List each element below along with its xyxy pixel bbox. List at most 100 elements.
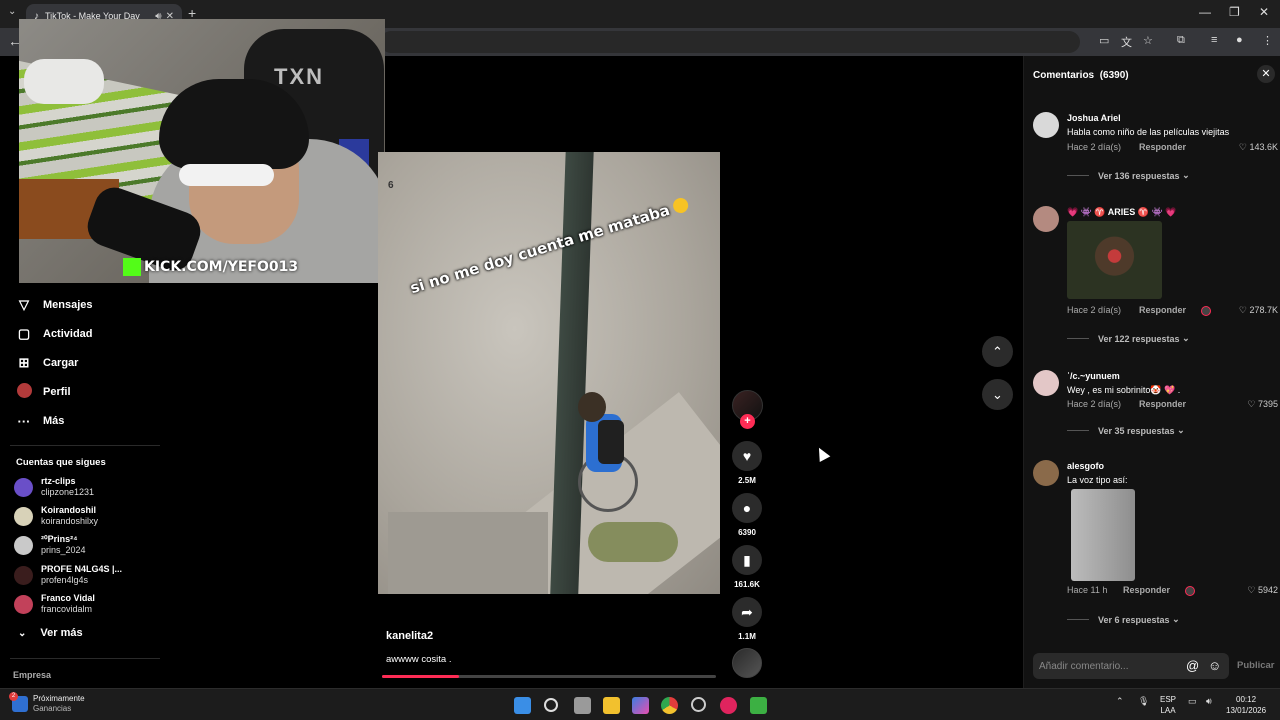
microphone-icon[interactable]: 🎙︎: [1138, 696, 1149, 707]
video-author[interactable]: kanelita2: [386, 630, 433, 642]
chrome-icon[interactable]: [661, 697, 678, 714]
avatar[interactable]: [1033, 460, 1059, 486]
cast-icon[interactable]: ▭: [1099, 34, 1109, 47]
reply-button[interactable]: Responder: [1139, 142, 1186, 152]
profile-avatar: [16, 383, 32, 401]
comment-user[interactable]: alesgofo: [1067, 461, 1104, 471]
music-disc-icon[interactable]: [732, 648, 762, 678]
see-more-button[interactable]: ⌄ Ver más: [18, 627, 83, 639]
view-replies-button[interactable]: Ver 136 respuestas ⌄: [1067, 170, 1190, 181]
sidebar-item-cargar[interactable]: ⊞ Cargar: [16, 354, 79, 372]
language-indicator[interactable]: ESP LAA: [1160, 694, 1176, 716]
sidebar-item-label: Mensajes: [43, 299, 93, 311]
kick-overlay: KICK.COM/YEFO013: [123, 256, 298, 278]
chevron-down-icon: ⌄: [1172, 614, 1180, 624]
restore-icon[interactable]: ❐: [1229, 5, 1240, 19]
save-button[interactable]: ▮: [732, 545, 762, 575]
address-bar[interactable]: [380, 31, 1080, 53]
window-close-icon[interactable]: ✕: [1259, 5, 1269, 19]
widgets-button[interactable]: 2 Próximamente Ganancias: [9, 692, 85, 714]
screen: ⌄ ♪ TikTok - Make Your Day 🔊︎ ✕ + — ❐ ✕ …: [0, 0, 1280, 720]
comment-time: Hace 2 día(s): [1067, 305, 1122, 315]
task-view-icon[interactable]: [574, 697, 591, 714]
sunglasses: [179, 164, 274, 186]
settings-gear-icon[interactable]: [691, 697, 706, 712]
bookmark-star-icon[interactable]: ☆: [1143, 34, 1153, 47]
comment-user[interactable]: 💗 👾 ♈ ARIES ♈ 👾 💗: [1067, 207, 1176, 218]
account-handle: profen4lg4s: [41, 575, 89, 585]
comment-like-button[interactable]: ♡ 5942: [1247, 585, 1278, 596]
clock-date: 13/01/2026: [1226, 706, 1267, 715]
like-button[interactable]: ♥: [732, 441, 762, 471]
followed-account[interactable]: Koirandoshil koirandoshilxy: [14, 503, 98, 529]
sidebar-item-label: Perfil: [43, 386, 71, 398]
save-count: 161.6K: [734, 580, 760, 589]
video-player[interactable]: 6 si no me doy cuenta me mataba: [378, 152, 720, 594]
volume-icon[interactable]: 🔊︎: [1206, 696, 1212, 707]
network-icon[interactable]: ▭: [1188, 696, 1197, 707]
copilot-icon[interactable]: [632, 697, 649, 714]
chevron-down-icon: ⌄: [1182, 170, 1190, 180]
comments-heading: Comentarios (6390): [1033, 70, 1129, 81]
reply-button[interactable]: Responder: [1139, 305, 1186, 315]
sidebar-item-mas[interactable]: ··· Más: [16, 412, 65, 430]
post-comment-button[interactable]: Publicar: [1237, 660, 1275, 671]
divider: [10, 658, 160, 659]
reading-list-icon[interactable]: ≡: [1211, 34, 1217, 46]
video-progress-bar[interactable]: [382, 675, 716, 678]
search-icon[interactable]: [544, 698, 558, 712]
comment-image[interactable]: [1067, 221, 1162, 299]
comment-text: Habla como niño de las películas viejita…: [1067, 127, 1230, 137]
avatar[interactable]: [1033, 206, 1059, 232]
share-count: 1.1M: [738, 632, 756, 641]
mention-icon[interactable]: @: [1186, 658, 1199, 673]
view-replies-button[interactable]: Ver 6 respuestas ⌄: [1067, 614, 1180, 625]
file-explorer-icon[interactable]: [603, 697, 620, 714]
tab-search-icon[interactable]: ⌄: [8, 6, 16, 17]
profile-icon[interactable]: ●: [1236, 34, 1243, 46]
reply-button[interactable]: Responder: [1139, 399, 1186, 409]
next-video-button[interactable]: ⌄: [982, 379, 1013, 410]
avatar[interactable]: [1033, 370, 1059, 396]
comment-user[interactable]: ʾ/c.~yunuem: [1067, 371, 1120, 381]
minimize-icon[interactable]: —: [1199, 5, 1211, 19]
emoji-icon[interactable]: ☺: [1208, 658, 1221, 673]
menu-kebab-icon[interactable]: ⋮: [1262, 34, 1273, 47]
tray-chevron-up-icon[interactable]: ⌃: [1116, 696, 1124, 707]
sidebar-item-mensajes[interactable]: ▽ Mensajes: [16, 296, 93, 314]
system-clock[interactable]: 00:12 13/01/2026: [1226, 694, 1266, 716]
view-replies-button[interactable]: Ver 122 respuestas ⌄: [1067, 333, 1190, 344]
followed-account[interactable]: Franco Vidal francovidalm: [14, 591, 95, 617]
reply-button[interactable]: Responder: [1123, 585, 1170, 595]
comment-count: 6390: [738, 528, 756, 537]
follow-plus-icon[interactable]: +: [740, 414, 755, 429]
comment-like-button[interactable]: ♡ 143.6K: [1239, 142, 1278, 153]
sidebar-item-actividad[interactable]: ▢ Actividad: [16, 325, 93, 343]
comment-time: Hace 2 día(s): [1067, 399, 1122, 409]
comment-input[interactable]: [1033, 653, 1173, 679]
like-count: 2.5M: [738, 476, 756, 485]
comment-button[interactable]: ●: [732, 493, 762, 523]
chevron-down-icon: ⌄: [992, 387, 1003, 402]
sidebar-item-perfil[interactable]: Perfil: [16, 383, 71, 401]
comment-like-button[interactable]: ♡ 278.7K: [1239, 305, 1278, 316]
share-button[interactable]: ➦: [732, 597, 762, 627]
view-replies-button[interactable]: Ver 35 respuestas ⌄: [1067, 425, 1185, 436]
comment-like-button[interactable]: ♡ 7395: [1247, 399, 1278, 410]
translate-icon[interactable]: 文: [1121, 34, 1132, 50]
footer-link-empresa[interactable]: Empresa: [13, 670, 51, 680]
avatar: [14, 477, 33, 497]
comment-user[interactable]: Joshua Ariel: [1067, 113, 1121, 123]
followed-account[interactable]: rtz-clips clipzone1231: [14, 474, 94, 500]
media-player-icon[interactable]: [720, 697, 737, 714]
extensions-icon[interactable]: ⧉: [1177, 34, 1185, 47]
previous-video-button[interactable]: ⌃: [982, 336, 1013, 367]
windows-start-icon[interactable]: [514, 697, 531, 714]
followed-account[interactable]: PROFE N4LG4S |... profen4lg4s: [14, 562, 122, 588]
comment-image[interactable]: [1071, 489, 1135, 581]
close-comments-icon[interactable]: ✕: [1257, 65, 1275, 83]
minecraft-icon[interactable]: [750, 697, 767, 714]
widget-line1: Próximamente: [33, 694, 85, 703]
avatar[interactable]: [1033, 112, 1059, 138]
followed-account[interactable]: ²⁰Prins²⁴ prins_2024: [14, 532, 86, 558]
